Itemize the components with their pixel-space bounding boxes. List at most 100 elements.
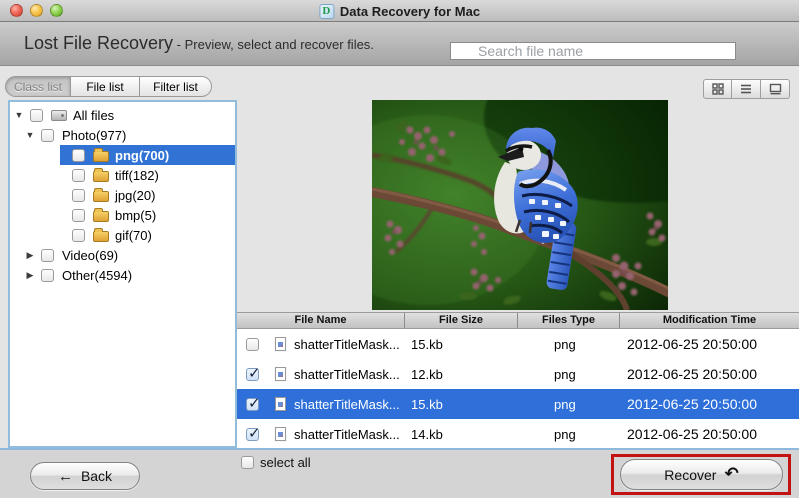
image-file-icon xyxy=(275,427,286,441)
footer-bar: ← Back select all Recover ↶ xyxy=(0,450,799,498)
undo-arrow-icon: ↶ xyxy=(724,464,738,484)
modification-time: 2012-06-25 20:50:00 xyxy=(620,426,799,442)
tab-class-list[interactable]: Class list xyxy=(5,76,71,97)
modification-time: 2012-06-25 20:50:00 xyxy=(620,366,799,382)
table-row[interactable]: shatterTitleMask... 15.kb png 2012-06-25… xyxy=(237,329,799,359)
table-row[interactable]: shatterTitleMask... 14.kb png 2012-06-25… xyxy=(237,419,799,449)
file-size: 12.kb xyxy=(405,367,518,382)
tree-item-other[interactable]: ▶ Other(4594) xyxy=(10,265,235,285)
tree-item-bmp[interactable]: bmp(5) xyxy=(10,205,235,225)
image-file-icon xyxy=(275,337,286,351)
recover-button[interactable]: Recover ↶ xyxy=(620,459,783,490)
window-title: Data Recovery for Mac xyxy=(340,4,480,19)
tree-label: Video(69) xyxy=(62,248,118,263)
app-window: D Data Recovery for Mac Lost File Recove… xyxy=(0,0,799,498)
image-file-icon xyxy=(275,397,286,411)
minimize-window-button[interactable] xyxy=(30,4,43,17)
table-row-selected[interactable]: shatterTitleMask... 15.kb png 2012-06-25… xyxy=(237,389,799,419)
folder-icon xyxy=(93,171,109,182)
row-checkbox[interactable] xyxy=(246,398,259,411)
tree-item-gif[interactable]: gif(70) xyxy=(10,225,235,245)
tree-checkbox-jpg[interactable] xyxy=(72,189,85,202)
folder-icon xyxy=(93,211,109,222)
tab-file-list[interactable]: File list xyxy=(71,76,140,97)
file-size: 15.kb xyxy=(405,397,518,412)
preview-image xyxy=(372,100,668,310)
file-size: 15.kb xyxy=(405,337,518,352)
file-table: File Name File Size Files Type Modificat… xyxy=(237,312,799,449)
tree-label: jpg(20) xyxy=(115,188,155,203)
tree-label: All files xyxy=(73,108,114,123)
tree-checkbox-all-files[interactable] xyxy=(30,109,43,122)
col-file-size[interactable]: File Size xyxy=(405,313,518,328)
select-all-checkbox[interactable] xyxy=(241,456,254,469)
search-input[interactable] xyxy=(450,42,736,60)
col-modification-time[interactable]: Modification Time xyxy=(620,313,799,328)
table-header: File Name File Size Files Type Modificat… xyxy=(237,312,799,329)
disclosure-down-icon[interactable]: ▼ xyxy=(14,110,24,120)
disclosure-down-icon[interactable]: ▼ xyxy=(25,130,35,140)
back-button[interactable]: ← Back xyxy=(30,462,140,490)
disclosure-right-icon[interactable]: ▶ xyxy=(25,270,35,281)
class-tree-panel: ▼ All files ▼ Photo(977) png(700) tiff(1… xyxy=(8,100,237,448)
tree-item-jpg[interactable]: jpg(20) xyxy=(10,185,235,205)
preview-view-icon[interactable] xyxy=(761,79,790,99)
row-checkbox[interactable] xyxy=(246,428,259,441)
image-file-icon xyxy=(275,367,286,381)
select-all-label: select all xyxy=(260,455,311,470)
col-file-name[interactable]: File Name xyxy=(237,313,405,328)
title-bar: D Data Recovery for Mac xyxy=(0,0,799,22)
grid-view-icon[interactable] xyxy=(703,79,732,99)
row-checkbox[interactable] xyxy=(246,368,259,381)
folder-icon xyxy=(93,231,109,242)
tree-checkbox-bmp[interactable] xyxy=(72,209,85,222)
file-type: png xyxy=(518,367,620,382)
back-button-label: Back xyxy=(81,468,112,484)
tree-label: Photo(977) xyxy=(62,128,126,143)
zoom-window-button[interactable] xyxy=(50,4,63,17)
disclosure-right-icon[interactable]: ▶ xyxy=(25,250,35,261)
tree-item-video[interactable]: ▶ Video(69) xyxy=(10,245,235,265)
file-name: shatterTitleMask... xyxy=(294,427,400,442)
view-toggle-group xyxy=(703,79,790,99)
header-band: Lost File Recovery - Preview, select and… xyxy=(0,22,799,66)
file-type: png xyxy=(518,397,620,412)
tree-label: png(700) xyxy=(115,148,169,163)
tree-label: tiff(182) xyxy=(115,168,159,183)
tree-checkbox-tiff[interactable] xyxy=(72,169,85,182)
folder-icon xyxy=(93,151,109,162)
tree-item-all-files[interactable]: ▼ All files xyxy=(10,105,235,125)
tree-label: bmp(5) xyxy=(115,208,156,223)
modification-time: 2012-06-25 20:50:00 xyxy=(620,336,799,352)
page-title: Lost File Recovery - Preview, select and… xyxy=(24,33,374,54)
folder-icon xyxy=(93,191,109,202)
file-size: 14.kb xyxy=(405,427,518,442)
tree-checkbox-photo[interactable] xyxy=(41,129,54,142)
page-title-main: Lost File Recovery xyxy=(24,33,173,53)
row-checkbox[interactable] xyxy=(246,338,259,351)
tree-item-photo[interactable]: ▼ Photo(977) xyxy=(10,125,235,145)
tree-item-tiff[interactable]: tiff(182) xyxy=(10,165,235,185)
modification-time: 2012-06-25 20:50:00 xyxy=(620,396,799,412)
close-window-button[interactable] xyxy=(10,4,23,17)
tree-checkbox-video[interactable] xyxy=(41,249,54,262)
tree-checkbox-gif[interactable] xyxy=(72,229,85,242)
list-view-icon[interactable] xyxy=(732,79,761,99)
back-arrow-icon: ← xyxy=(58,468,73,485)
tree-label: Other(4594) xyxy=(62,268,132,283)
tree-checkbox-other[interactable] xyxy=(41,269,54,282)
file-name: shatterTitleMask... xyxy=(294,397,400,412)
page-title-subtitle: - Preview, select and recover files. xyxy=(173,37,374,52)
table-row[interactable]: shatterTitleMask... 12.kb png 2012-06-25… xyxy=(237,359,799,389)
tree-checkbox-png[interactable] xyxy=(72,149,85,162)
app-icon: D xyxy=(319,4,334,19)
col-files-type[interactable]: Files Type xyxy=(518,313,620,328)
tree-label: gif(70) xyxy=(115,228,152,243)
tab-filter-list[interactable]: Filter list xyxy=(140,76,212,97)
recover-button-label: Recover xyxy=(664,467,716,483)
file-type: png xyxy=(518,337,620,352)
tree-item-png[interactable]: png(700) xyxy=(10,145,235,165)
file-name: shatterTitleMask... xyxy=(294,337,400,352)
file-type: png xyxy=(518,427,620,442)
select-all-control[interactable]: select all xyxy=(241,455,311,470)
